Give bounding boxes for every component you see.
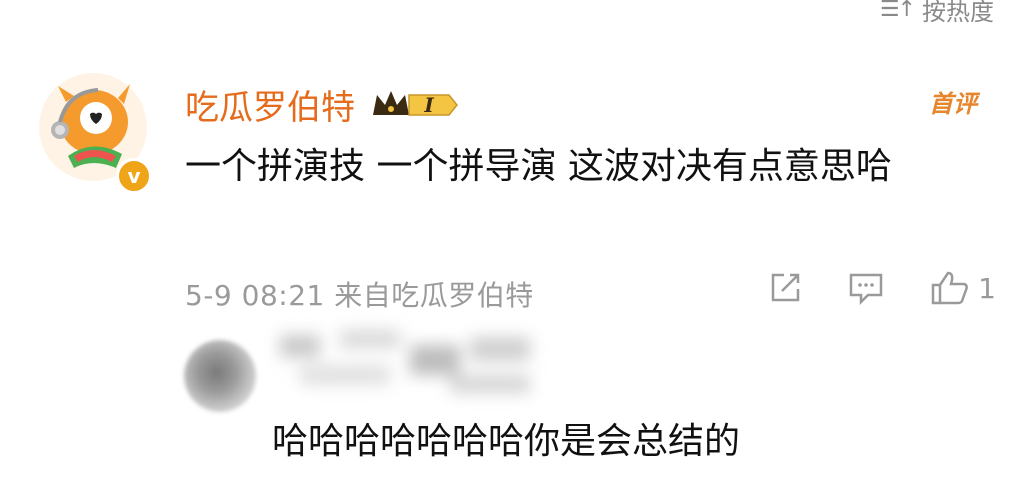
like-button[interactable]: 1 [930,270,996,306]
share-button[interactable] [768,271,802,305]
reply-avatar[interactable] [184,340,256,412]
sort-icon: ☰↑ [879,0,916,22]
username[interactable]: 吃瓜罗伯特 [185,80,355,129]
verified-badge: v [116,158,152,194]
vip-level: I [423,93,434,117]
like-count: 1 [978,271,996,305]
sort-button[interactable]: ☰↑ 按热度 [880,0,994,27]
reply-username-blurred [280,330,530,393]
reply-text: 哈哈哈哈哈哈哈你是会总结的 [272,421,741,462]
comment-button[interactable] [848,271,884,305]
comment-text: 一个拼演技 一个拼导演 这波对决有点意思哈 [185,146,892,187]
comment-meta: 5-9 08:21 来自吃瓜罗伯特 [185,279,534,312]
comment-icon [849,273,883,305]
avatar[interactable]: v [38,72,156,194]
like-icon [931,271,969,305]
crown-icon: I [373,90,458,117]
vip-badge[interactable]: I [369,85,461,125]
sort-label: 按热度 [922,0,994,26]
first-comment-badge: 首评 [929,90,977,118]
share-icon [771,273,800,302]
